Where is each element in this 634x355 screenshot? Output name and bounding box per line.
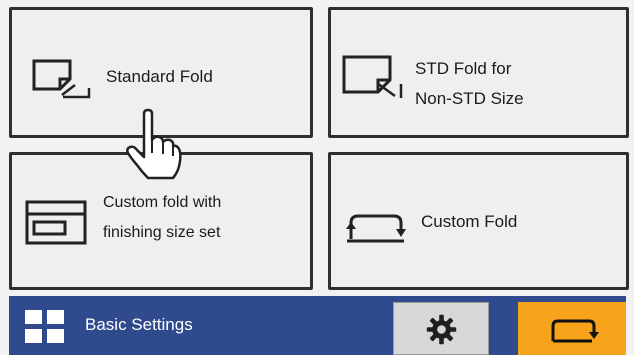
hand-pointer-icon [126,108,182,180]
grid-icon-cell [47,329,64,343]
basic-settings-label: Basic Settings [85,315,193,334]
grid-icon[interactable] [25,310,64,343]
standard-fold-label: Standard Fold [106,67,213,86]
fold-icon [551,319,599,343]
std-fold-non-std-size-button[interactable]: STD Fold for Non-STD Size [328,7,629,138]
custom-fold-finishing-size-icon [25,200,87,245]
settings-button[interactable] [393,302,489,355]
std-fold-non-std-size-line1: STD Fold for [415,59,512,78]
custom-fold-finishing-size-line1: Custom fold with [103,194,222,211]
grid-icon-cell [25,329,42,343]
fold-button[interactable] [518,302,626,355]
std-fold-non-std-size-icon [342,55,403,98]
standard-fold-icon [32,59,91,99]
custom-fold-button[interactable]: Custom Fold [328,152,629,290]
custom-fold-label: Custom Fold [421,212,518,231]
fold-mode-grid: Standard Fold STD Fold for Non-STD Size … [9,7,629,291]
bottom-navigation-bar: Basic Settings [9,296,626,355]
grid-icon-cell [47,310,64,324]
gear-icon [426,314,457,345]
grid-icon-cell [25,310,42,324]
fold-selection-screen: Standard Fold STD Fold for Non-STD Size … [0,0,634,355]
custom-fold-finishing-size-line2: finishing size set [103,224,221,241]
custom-fold-icon [346,214,406,243]
custom-fold-finishing-size-label: Custom fold with finishing size set [103,188,221,248]
std-fold-non-std-size-label: STD Fold for Non-STD Size [415,54,524,114]
std-fold-non-std-size-line2: Non-STD Size [415,89,524,108]
